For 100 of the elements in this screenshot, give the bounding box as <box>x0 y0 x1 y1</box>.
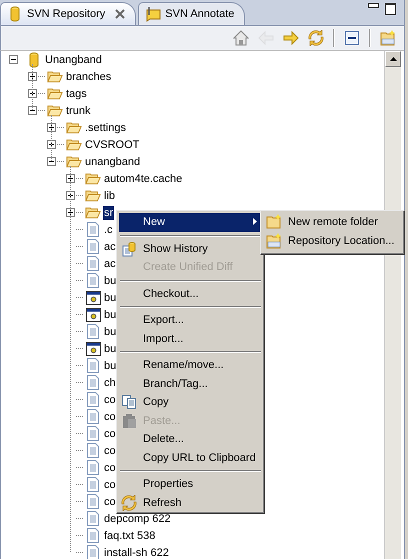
menu-item[interactable]: Refresh <box>119 494 262 512</box>
view-tab[interactable]: SVN Annotate <box>138 2 246 25</box>
tree-item[interactable]: faq.txt 538 <box>103 528 156 542</box>
menu-item[interactable]: Import... <box>119 330 262 348</box>
document-icon <box>87 256 99 271</box>
menu-item[interactable]: Delete... <box>119 430 262 448</box>
tree-item[interactable]: .c <box>103 222 114 236</box>
document-icon <box>87 511 99 526</box>
new-repository-icon <box>266 232 282 249</box>
tree-item[interactable]: co <box>103 426 117 440</box>
scroll-up-button[interactable] <box>385 51 401 67</box>
folder-icon <box>66 138 82 151</box>
collapse-toggle[interactable] <box>9 55 18 64</box>
tree-item[interactable]: trunk <box>65 104 92 118</box>
tree-item[interactable]: sr <box>103 206 114 220</box>
tree-item[interactable]: bu <box>103 290 118 304</box>
folder-icon <box>47 104 63 117</box>
menu-item[interactable]: Properties <box>119 475 262 494</box>
tree-item[interactable]: install-sh 622 <box>103 546 170 559</box>
menu-item[interactable]: Show History <box>119 240 262 258</box>
expand-toggle[interactable] <box>47 140 56 149</box>
tree-item[interactable]: depcomp 622 <box>103 512 172 526</box>
tree-item[interactable]: .settings <box>84 120 127 134</box>
collapse-toggle[interactable] <box>47 157 56 166</box>
document-icon <box>87 239 99 254</box>
sync-icon[interactable] <box>308 30 324 46</box>
tree-item[interactable]: branches <box>65 70 112 84</box>
annotation-icon <box>145 6 162 22</box>
tree-item[interactable]: ch <box>103 376 117 390</box>
expand-toggle[interactable] <box>66 191 75 200</box>
collapse-toggle[interactable] <box>28 106 37 115</box>
clipboard-icon <box>121 412 137 429</box>
refresh-icon <box>121 494 137 511</box>
folder-icon <box>66 155 82 168</box>
expand-toggle[interactable] <box>47 123 56 132</box>
document-icon <box>87 358 99 373</box>
tree-item[interactable]: co <box>103 392 117 406</box>
tree-item[interactable]: autom4te.cache <box>103 172 184 186</box>
menu-item[interactable]: Export... <box>119 311 262 330</box>
tree-item[interactable]: unangband <box>84 154 142 168</box>
folder-icon <box>47 87 63 100</box>
expand-toggle[interactable] <box>28 72 37 81</box>
maximize-button[interactable] <box>385 3 396 15</box>
document-icon <box>87 409 99 424</box>
folder-icon <box>85 189 101 202</box>
menu-item[interactable]: Repository Location... <box>263 232 402 250</box>
tree-item[interactable]: bu <box>103 308 118 322</box>
tree-item[interactable]: co <box>103 444 117 458</box>
folder-icon <box>66 121 82 134</box>
history-icon <box>121 240 137 257</box>
folder-icon <box>85 206 101 219</box>
document-icon <box>87 324 99 339</box>
menu-item[interactable]: Checkout... <box>119 284 262 303</box>
tree-item[interactable]: co <box>103 494 117 508</box>
program-window-icon <box>86 342 100 356</box>
menu-item[interactable]: Branch/Tag... <box>119 374 262 393</box>
tree-item[interactable]: ac <box>103 256 117 270</box>
document-icon <box>87 477 99 492</box>
up-arrow-icon <box>390 57 396 61</box>
tree-item[interactable]: bu <box>103 358 118 372</box>
new-folder-icon <box>266 214 282 230</box>
tree-item[interactable]: tags <box>65 86 88 100</box>
document-icon <box>87 426 99 441</box>
document-icon <box>87 443 99 458</box>
expand-toggle[interactable] <box>66 174 75 183</box>
home-icon[interactable] <box>233 30 249 46</box>
document-icon <box>87 460 99 475</box>
program-window-icon <box>86 308 100 322</box>
folder-icon <box>85 172 101 185</box>
tree-item[interactable]: ac <box>103 240 117 254</box>
view-tab[interactable]: SVN Repository <box>0 2 136 25</box>
menu-item[interactable]: Copy URL to Clipboard <box>119 448 262 467</box>
forward-arrow-icon[interactable] <box>283 30 299 46</box>
menu-item[interactable]: New remote folder <box>263 213 402 232</box>
tree-item[interactable]: bu <box>103 342 118 356</box>
menu-item[interactable]: New <box>119 213 262 232</box>
tree-item[interactable]: co <box>103 460 117 474</box>
document-icon <box>87 494 99 509</box>
tree-item[interactable]: lib <box>103 188 116 202</box>
expand-toggle[interactable] <box>28 89 37 98</box>
close-icon[interactable] <box>115 9 126 19</box>
document-icon <box>87 375 99 390</box>
tree-item[interactable]: co <box>103 410 117 424</box>
minimize-button[interactable] <box>368 3 379 8</box>
document-icon <box>87 392 99 407</box>
document-icon <box>87 222 99 237</box>
document-icon <box>87 528 99 543</box>
menu-item[interactable]: Rename/move... <box>119 356 262 374</box>
tree-item[interactable]: bu <box>103 274 118 288</box>
program-window-icon <box>86 290 100 304</box>
tree-item[interactable]: co <box>103 478 117 492</box>
tree-item[interactable]: bu <box>103 324 118 338</box>
copy-icon <box>121 394 137 410</box>
collapse-all-icon[interactable] <box>344 30 360 46</box>
tree-item[interactable]: CVSROOT <box>84 138 140 152</box>
menu-item[interactable]: Copy <box>119 393 262 412</box>
document-icon <box>87 273 99 288</box>
folder-icon <box>47 70 63 83</box>
expand-toggle[interactable] <box>66 208 75 217</box>
tree-item[interactable]: Unangband <box>44 52 103 66</box>
